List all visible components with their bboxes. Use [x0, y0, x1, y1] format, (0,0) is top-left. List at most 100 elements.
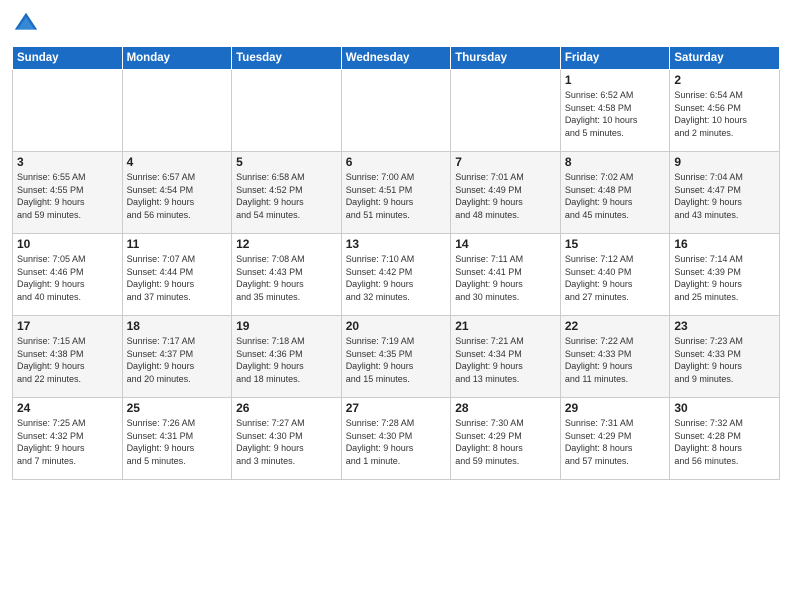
day-cell [341, 70, 451, 152]
day-number: 29 [565, 401, 666, 415]
day-cell: 22Sunrise: 7:22 AM Sunset: 4:33 PM Dayli… [560, 316, 670, 398]
day-number: 13 [346, 237, 447, 251]
day-detail: Sunrise: 7:08 AM Sunset: 4:43 PM Dayligh… [236, 253, 337, 303]
week-row-2: 3 Sunrise: 6:55 AM Sunset: 4:55 PM Daylig… [13, 152, 780, 234]
day-detail: Sunrise: 7:23 AM Sunset: 4:33 PM Dayligh… [674, 335, 775, 385]
weekday-header-friday: Friday [560, 47, 670, 70]
week-row-4: 17 Sunrise: 7:15 AM Sunset: 4:38 PM Dayli… [13, 316, 780, 398]
day-detail: Sunrise: 7:05 AM Sunset: 4:46 PM Dayligh… [17, 253, 118, 303]
day-number: 16 [674, 237, 775, 251]
day-cell: 9 Sunrise: 7:04 AM Sunset: 4:47 PM Daylig… [670, 152, 780, 234]
day-number: 11 [127, 237, 228, 251]
day-cell: 3 Sunrise: 6:55 AM Sunset: 4:55 PM Daylig… [13, 152, 123, 234]
weekday-header-tuesday: Tuesday [232, 47, 342, 70]
day-cell: 28 Sunrise: 7:30 AM Sunset: 4:29 PM Dayli… [451, 398, 561, 480]
day-number: 5 [236, 155, 337, 169]
day-cell: 4 Sunrise: 6:57 AM Sunset: 4:54 PM Daylig… [122, 152, 232, 234]
day-number: 24 [17, 401, 118, 415]
day-detail: Sunrise: 7:17 AM Sunset: 4:37 PM Dayligh… [127, 335, 228, 385]
logo-icon [12, 10, 40, 38]
day-detail: Sunrise: 7:10 AM Sunset: 4:42 PM Dayligh… [346, 253, 447, 303]
day-number: 19 [236, 319, 337, 333]
calendar-header: SundayMondayTuesdayWednesdayThursdayFrid… [13, 47, 780, 70]
day-cell: 11 Sunrise: 7:07 AM Sunset: 4:44 PM Dayli… [122, 234, 232, 316]
day-number: 17 [17, 319, 118, 333]
day-detail: Sunrise: 6:57 AM Sunset: 4:54 PM Dayligh… [127, 171, 228, 221]
day-cell: 14Sunrise: 7:11 AM Sunset: 4:41 PM Dayli… [451, 234, 561, 316]
day-detail: Sunrise: 7:22 AM Sunset: 4:33 PM Dayligh… [565, 335, 666, 385]
day-cell [13, 70, 123, 152]
day-detail: Sunrise: 6:55 AM Sunset: 4:55 PM Dayligh… [17, 171, 118, 221]
week-row-3: 10 Sunrise: 7:05 AM Sunset: 4:46 PM Dayli… [13, 234, 780, 316]
day-number: 12 [236, 237, 337, 251]
day-cell: 21 Sunrise: 7:21 AM Sunset: 4:34 PM Dayli… [451, 316, 561, 398]
day-number: 15 [565, 237, 666, 251]
day-detail: Sunrise: 7:21 AM Sunset: 4:34 PM Dayligh… [455, 335, 556, 385]
day-detail: Sunrise: 7:11 AM Sunset: 4:41 PM Dayligh… [455, 253, 556, 303]
day-detail: Sunrise: 7:01 AM Sunset: 4:49 PM Dayligh… [455, 171, 556, 221]
day-number: 18 [127, 319, 228, 333]
day-cell: 24Sunrise: 7:25 AM Sunset: 4:32 PM Dayli… [13, 398, 123, 480]
day-detail: Sunrise: 7:15 AM Sunset: 4:38 PM Dayligh… [17, 335, 118, 385]
day-cell: 13 Sunrise: 7:10 AM Sunset: 4:42 PM Dayli… [341, 234, 451, 316]
day-cell: 20 Sunrise: 7:19 AM Sunset: 4:35 PM Dayli… [341, 316, 451, 398]
day-number: 26 [236, 401, 337, 415]
day-detail: Sunrise: 7:30 AM Sunset: 4:29 PM Dayligh… [455, 417, 556, 467]
day-detail: Sunrise: 7:04 AM Sunset: 4:47 PM Dayligh… [674, 171, 775, 221]
day-cell [451, 70, 561, 152]
day-cell: 12 Sunrise: 7:08 AM Sunset: 4:43 PM Dayli… [232, 234, 342, 316]
day-detail: Sunrise: 6:52 AM Sunset: 4:58 PM Dayligh… [565, 89, 666, 139]
day-detail: Sunrise: 7:28 AM Sunset: 4:30 PM Dayligh… [346, 417, 447, 467]
day-number: 10 [17, 237, 118, 251]
day-number: 30 [674, 401, 775, 415]
weekday-header-thursday: Thursday [451, 47, 561, 70]
calendar-table: SundayMondayTuesdayWednesdayThursdayFrid… [12, 46, 780, 480]
day-number: 25 [127, 401, 228, 415]
day-cell [232, 70, 342, 152]
day-cell: 25 Sunrise: 7:26 AM Sunset: 4:31 PM Dayli… [122, 398, 232, 480]
weekday-row: SundayMondayTuesdayWednesdayThursdayFrid… [13, 47, 780, 70]
day-cell: 10 Sunrise: 7:05 AM Sunset: 4:46 PM Dayli… [13, 234, 123, 316]
day-number: 28 [455, 401, 556, 415]
header [12, 10, 780, 38]
day-detail: Sunrise: 7:07 AM Sunset: 4:44 PM Dayligh… [127, 253, 228, 303]
day-cell: 1 Sunrise: 6:52 AM Sunset: 4:58 PM Daylig… [560, 70, 670, 152]
day-number: 8 [565, 155, 666, 169]
week-row-1: 1 Sunrise: 6:52 AM Sunset: 4:58 PM Daylig… [13, 70, 780, 152]
day-cell: 30 Sunrise: 7:32 AM Sunset: 4:28 PM Dayli… [670, 398, 780, 480]
day-number: 4 [127, 155, 228, 169]
day-cell: 15 Sunrise: 7:12 AM Sunset: 4:40 PM Dayli… [560, 234, 670, 316]
day-detail: Sunrise: 7:31 AM Sunset: 4:29 PM Dayligh… [565, 417, 666, 467]
calendar-container: SundayMondayTuesdayWednesdayThursdayFrid… [0, 0, 792, 490]
week-row-5: 24Sunrise: 7:25 AM Sunset: 4:32 PM Dayli… [13, 398, 780, 480]
day-number: 2 [674, 73, 775, 87]
day-number: 21 [455, 319, 556, 333]
day-detail: Sunrise: 7:26 AM Sunset: 4:31 PM Dayligh… [127, 417, 228, 467]
day-detail: Sunrise: 7:18 AM Sunset: 4:36 PM Dayligh… [236, 335, 337, 385]
day-detail: Sunrise: 7:32 AM Sunset: 4:28 PM Dayligh… [674, 417, 775, 467]
weekday-header-wednesday: Wednesday [341, 47, 451, 70]
day-cell: 18 Sunrise: 7:17 AM Sunset: 4:37 PM Dayli… [122, 316, 232, 398]
day-number: 20 [346, 319, 447, 333]
day-cell: 17 Sunrise: 7:15 AM Sunset: 4:38 PM Dayli… [13, 316, 123, 398]
day-number: 1 [565, 73, 666, 87]
day-cell: 23 Sunrise: 7:23 AM Sunset: 4:33 PM Dayli… [670, 316, 780, 398]
weekday-header-monday: Monday [122, 47, 232, 70]
day-detail: Sunrise: 6:54 AM Sunset: 4:56 PM Dayligh… [674, 89, 775, 139]
day-detail: Sunrise: 7:27 AM Sunset: 4:30 PM Dayligh… [236, 417, 337, 467]
day-detail: Sunrise: 7:12 AM Sunset: 4:40 PM Dayligh… [565, 253, 666, 303]
day-number: 6 [346, 155, 447, 169]
day-cell: 8Sunrise: 7:02 AM Sunset: 4:48 PM Daylig… [560, 152, 670, 234]
day-detail: Sunrise: 6:58 AM Sunset: 4:52 PM Dayligh… [236, 171, 337, 221]
day-detail: Sunrise: 7:14 AM Sunset: 4:39 PM Dayligh… [674, 253, 775, 303]
day-number: 23 [674, 319, 775, 333]
day-cell: 16 Sunrise: 7:14 AM Sunset: 4:39 PM Dayli… [670, 234, 780, 316]
day-detail: Sunrise: 7:19 AM Sunset: 4:35 PM Dayligh… [346, 335, 447, 385]
day-cell [122, 70, 232, 152]
day-cell: 27Sunrise: 7:28 AM Sunset: 4:30 PM Dayli… [341, 398, 451, 480]
day-number: 3 [17, 155, 118, 169]
calendar-body: 1 Sunrise: 6:52 AM Sunset: 4:58 PM Daylig… [13, 70, 780, 480]
day-cell: 26 Sunrise: 7:27 AM Sunset: 4:30 PM Dayli… [232, 398, 342, 480]
day-cell: 6Sunrise: 7:00 AM Sunset: 4:51 PM Daylig… [341, 152, 451, 234]
day-number: 9 [674, 155, 775, 169]
